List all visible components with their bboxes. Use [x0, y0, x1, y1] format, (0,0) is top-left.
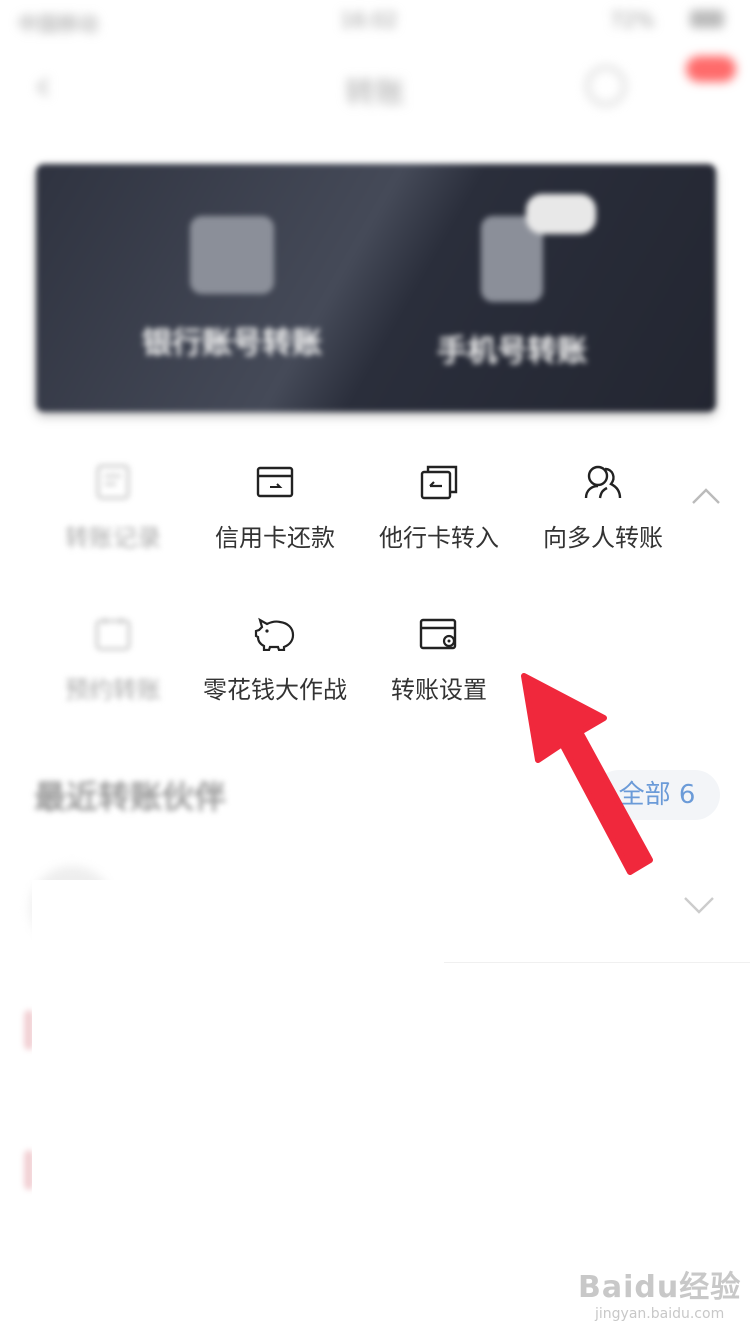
- phone-transfer-button[interactable]: 手机号转账: [392, 216, 632, 370]
- grid-label: 向多人转账: [543, 524, 663, 552]
- bank-account-transfer-button[interactable]: 银行账号转账: [112, 216, 352, 362]
- divider: [440, 962, 750, 963]
- grid-item-pocket-money[interactable]: 零花钱大作战: [190, 614, 360, 705]
- grid-item-other-bank-transfer-in[interactable]: 他行卡转入: [354, 462, 524, 553]
- phone-transfer-label: 手机号转账: [437, 334, 587, 369]
- carrier-label: 中国移动: [18, 12, 98, 36]
- grid-label: 信用卡还款: [215, 524, 335, 552]
- grid-item-transfer-settings[interactable]: 转账设置: [354, 614, 524, 705]
- status-bar: 中国移动 16:02 72%: [0, 0, 750, 40]
- page-title: 转账: [345, 76, 405, 111]
- bank-card-icon: [190, 216, 274, 294]
- bank-account-transfer-label: 银行账号转账: [142, 326, 322, 361]
- grid-label: 转账记录: [65, 524, 161, 552]
- grid-label: 零花钱大作战: [203, 676, 347, 704]
- message-badge-icon[interactable]: [686, 56, 736, 82]
- battery-icon: [690, 10, 724, 28]
- grid-item-multi-person-transfer[interactable]: 向多人转账: [518, 462, 688, 553]
- grid-label: 预约转账: [65, 676, 161, 704]
- new-tag-icon: [526, 194, 596, 234]
- multi-person-icon: [518, 462, 688, 502]
- clock: 16:02: [340, 8, 398, 32]
- grid-item-transfer-record[interactable]: 转账记录: [28, 462, 198, 553]
- piggy-bank-icon: [190, 614, 360, 654]
- watermark-url: jingyan.baidu.com: [595, 1306, 725, 1322]
- collapse-chevron-up-icon[interactable]: [690, 486, 722, 510]
- calendar-icon: [28, 614, 198, 654]
- battery-percent: 72%: [610, 8, 655, 32]
- card-settings-icon: [354, 614, 524, 654]
- grid-item-scheduled-transfer[interactable]: 预约转账: [28, 614, 198, 705]
- transfer-banner: 银行账号转账 手机号转账: [36, 164, 716, 412]
- grid-label: 他行卡转入: [379, 524, 499, 552]
- red-arrow-annotation: [521, 673, 653, 875]
- chevron-down-icon[interactable]: [682, 894, 716, 920]
- nav-bar: ‹ 转账: [0, 50, 750, 120]
- redaction-panel: [32, 880, 444, 1334]
- baidu-watermark: Baidu经验 jingyan.baidu.com: [578, 1262, 741, 1322]
- help-icon[interactable]: [586, 66, 626, 106]
- recent-partners-title: 最近转账伙伴: [34, 778, 227, 816]
- grid-label: 转账设置: [391, 676, 487, 704]
- grid-item-credit-card-repay[interactable]: 信用卡还款: [190, 462, 360, 553]
- watermark-logo: Baidu经验: [578, 1270, 742, 1305]
- record-icon: [28, 462, 198, 502]
- transfer-in-icon: [354, 462, 524, 502]
- credit-card-icon: [190, 462, 360, 502]
